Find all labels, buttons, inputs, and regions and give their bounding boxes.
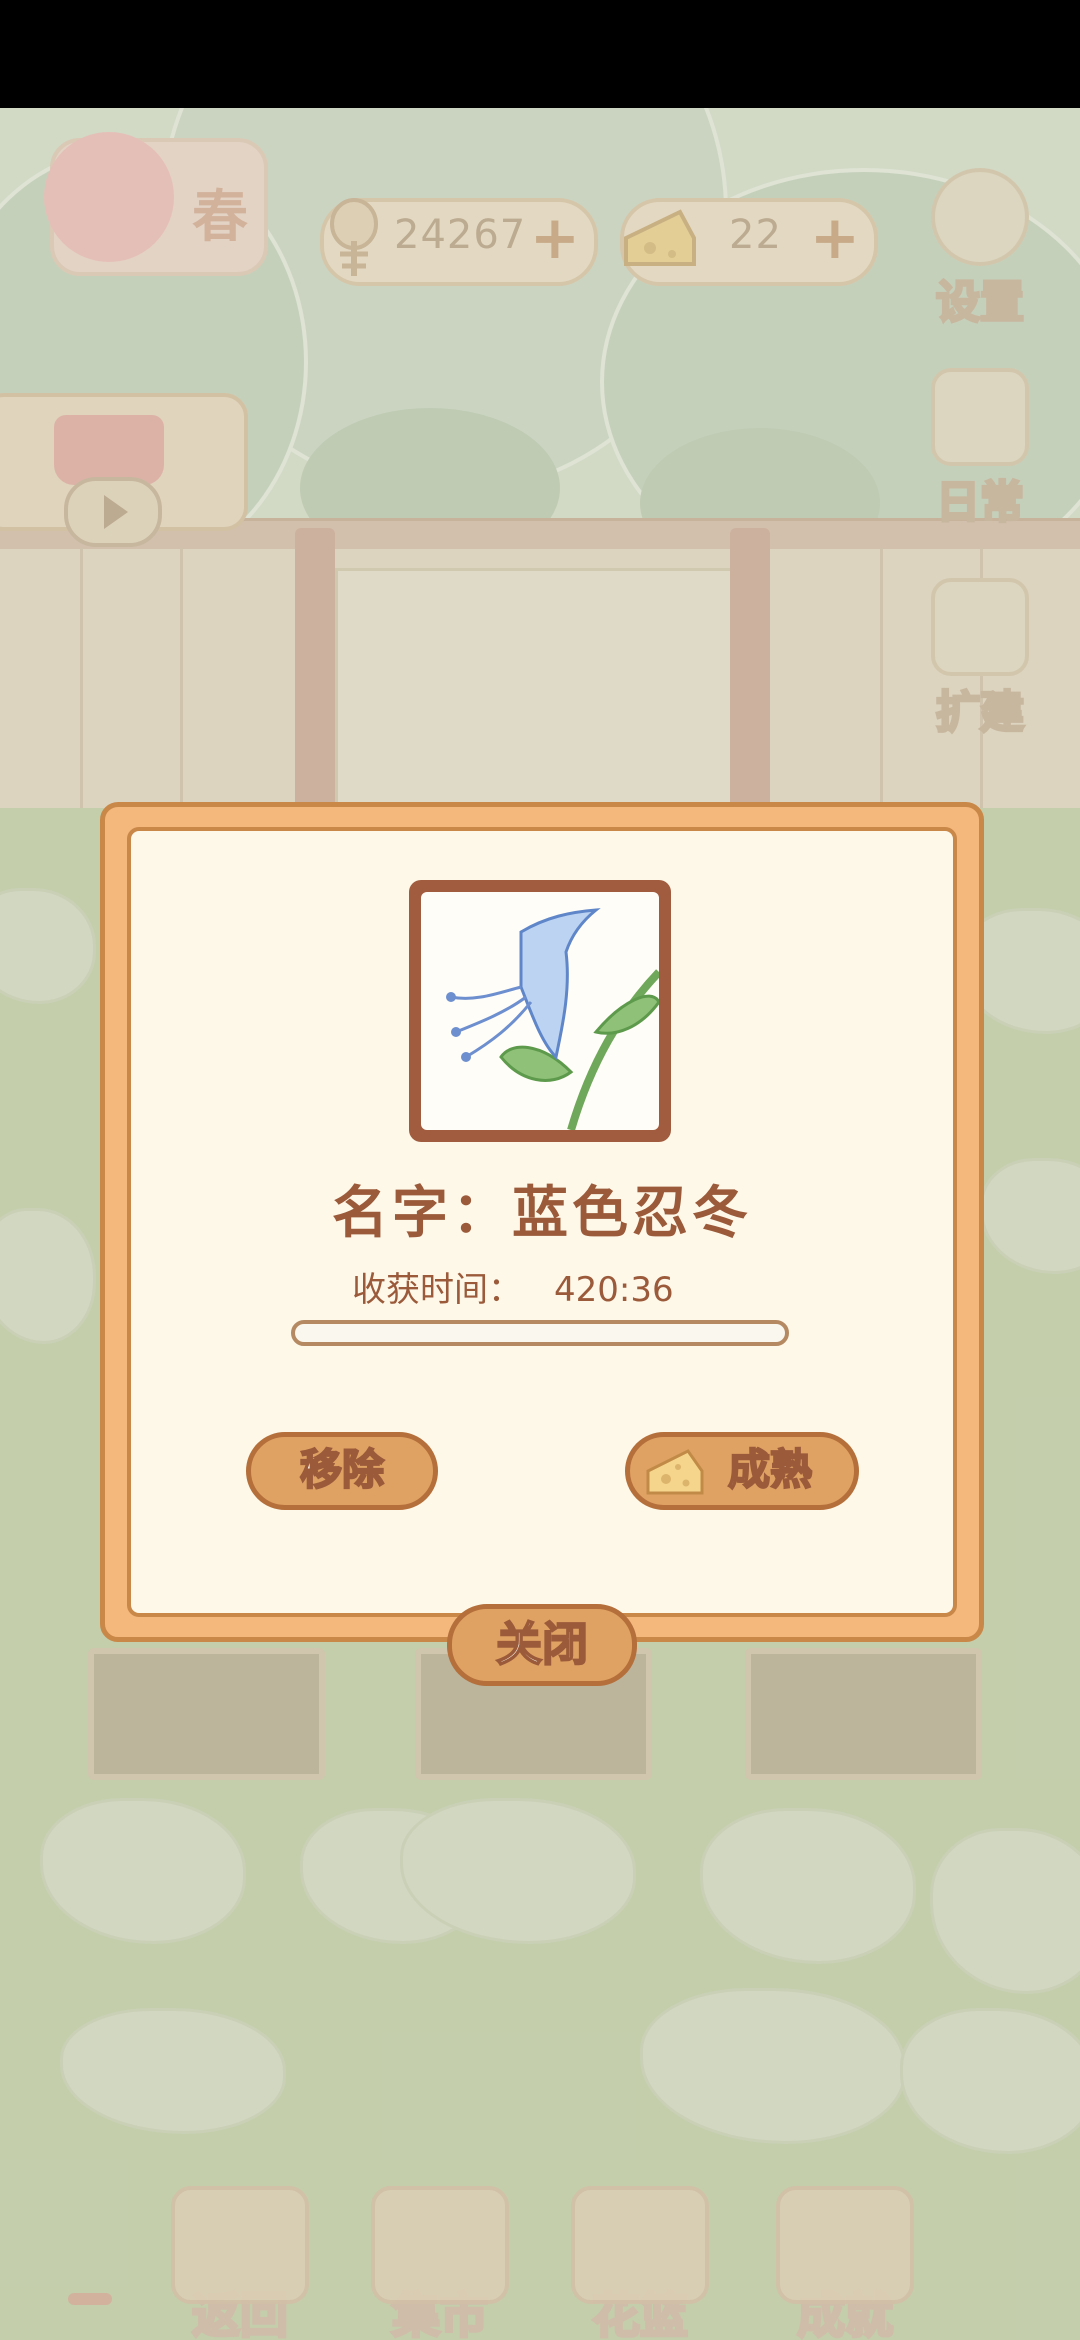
flower-image-frame <box>409 880 671 1142</box>
close-button-label: 关闭 <box>495 1616 589 1672</box>
remove-button-label: 移除 <box>299 1444 385 1495</box>
ripen-button-label: 成熟 <box>727 1444 813 1495</box>
harvest-time-value: 420:36 <box>554 1270 674 1310</box>
plant-name-label: 名字： <box>332 1181 512 1246</box>
close-button[interactable]: 关闭 <box>447 1604 637 1686</box>
harvest-time-label: 收获时间： <box>352 1270 522 1310</box>
growth-progress-bar <box>291 1320 789 1346</box>
remove-button[interactable]: 移除 <box>246 1432 438 1510</box>
status-bar <box>0 0 1080 108</box>
honeysuckle-flower-illustration <box>446 908 659 1130</box>
harvest-time-row: 收获时间： 420:36 <box>352 1262 674 1311</box>
plant-name: 名字：蓝色忍冬 <box>100 1168 984 1249</box>
ripen-button[interactable]: 成熟 <box>625 1432 859 1510</box>
plant-name-value: 蓝色忍冬 <box>512 1181 752 1246</box>
cheese-icon <box>646 1449 704 1495</box>
